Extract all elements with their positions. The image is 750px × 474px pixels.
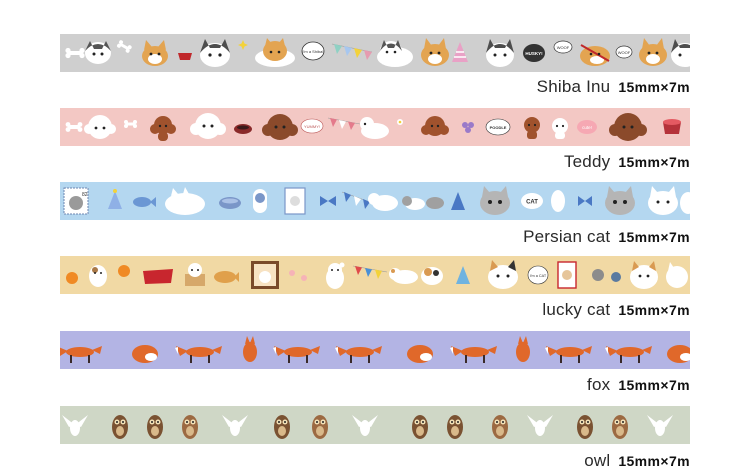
fox-figure bbox=[132, 345, 158, 363]
product-size: 15mm×7m bbox=[618, 377, 690, 393]
product-name: Persian cat bbox=[523, 227, 611, 246]
product-name: owl bbox=[584, 451, 611, 470]
product-size: 15mm×7m bbox=[618, 79, 690, 95]
owl-figure bbox=[312, 415, 328, 439]
tape-owl bbox=[60, 406, 690, 444]
tape-pattern-cats: 82 CAT bbox=[60, 182, 690, 220]
fox-figure bbox=[407, 345, 433, 363]
tape-shiba-inu: I'm a Shiba! HUSKY! WOOF WOOF bbox=[60, 34, 690, 72]
owl-figure bbox=[112, 415, 128, 439]
product-name: Teddy bbox=[563, 152, 611, 171]
product-caption-owl: owl 15mm×7m bbox=[584, 451, 690, 471]
tape-pattern-poodles: YUMMY! POODLE cute! bbox=[60, 108, 690, 146]
product-caption-teddy: Teddy 15mm×7m bbox=[564, 152, 690, 172]
stamp-number: 82 bbox=[82, 192, 88, 198]
owl-figure bbox=[274, 415, 290, 439]
product-name: Shiba Inu bbox=[536, 77, 611, 96]
product-caption-shiba-inu: Shiba Inu 15mm×7m bbox=[537, 77, 690, 97]
speech-bubble-text: I'm a CAT bbox=[530, 274, 547, 278]
speech-bubble-text: cute! bbox=[582, 125, 592, 130]
tape-teddy: YUMMY! POODLE cute! bbox=[60, 108, 690, 146]
product-size: 15mm×7m bbox=[618, 154, 690, 170]
product-size: 15mm×7m bbox=[618, 302, 690, 318]
speech-bubble-text: CAT bbox=[526, 200, 538, 206]
speech-bubble-text: HUSKY! bbox=[525, 51, 543, 56]
product-name: lucky cat bbox=[542, 300, 611, 319]
product-size: 15mm×7m bbox=[618, 229, 690, 245]
owl-figure bbox=[412, 415, 428, 439]
tape-fox bbox=[60, 331, 690, 369]
tape-pattern-owl bbox=[60, 406, 690, 444]
tape-pattern-dogs: I'm a Shiba! HUSKY! WOOF WOOF bbox=[60, 34, 690, 72]
owl-figure bbox=[492, 415, 508, 439]
product-size: 15mm×7m bbox=[618, 453, 690, 469]
speech-bubble-text: WOOF bbox=[557, 45, 570, 50]
owl-figure bbox=[182, 415, 198, 439]
tape-lucky-cat: I'm a CAT bbox=[60, 256, 690, 294]
speech-bubble-text: I'm a Shiba! bbox=[303, 49, 324, 54]
speech-bubble-text: POODLE bbox=[490, 125, 507, 130]
speech-bubble-text: YUMMY! bbox=[304, 124, 320, 129]
owl-figure bbox=[577, 415, 593, 439]
owl-figure bbox=[147, 415, 163, 439]
tape-pattern-fox bbox=[60, 331, 690, 369]
speech-bubble-text: WOOF bbox=[618, 50, 631, 55]
product-caption-fox: fox 15mm×7m bbox=[587, 375, 690, 395]
tape-pattern-lucky-cats: I'm a CAT bbox=[60, 256, 690, 294]
tape-persian-cat: 82 CAT bbox=[60, 182, 690, 220]
owl-figure bbox=[612, 415, 628, 439]
product-name: fox bbox=[587, 375, 611, 394]
owl-figure bbox=[447, 415, 463, 439]
product-caption-persian-cat: Persian cat 15mm×7m bbox=[523, 227, 690, 247]
product-caption-lucky-cat: lucky cat 15mm×7m bbox=[542, 300, 690, 320]
